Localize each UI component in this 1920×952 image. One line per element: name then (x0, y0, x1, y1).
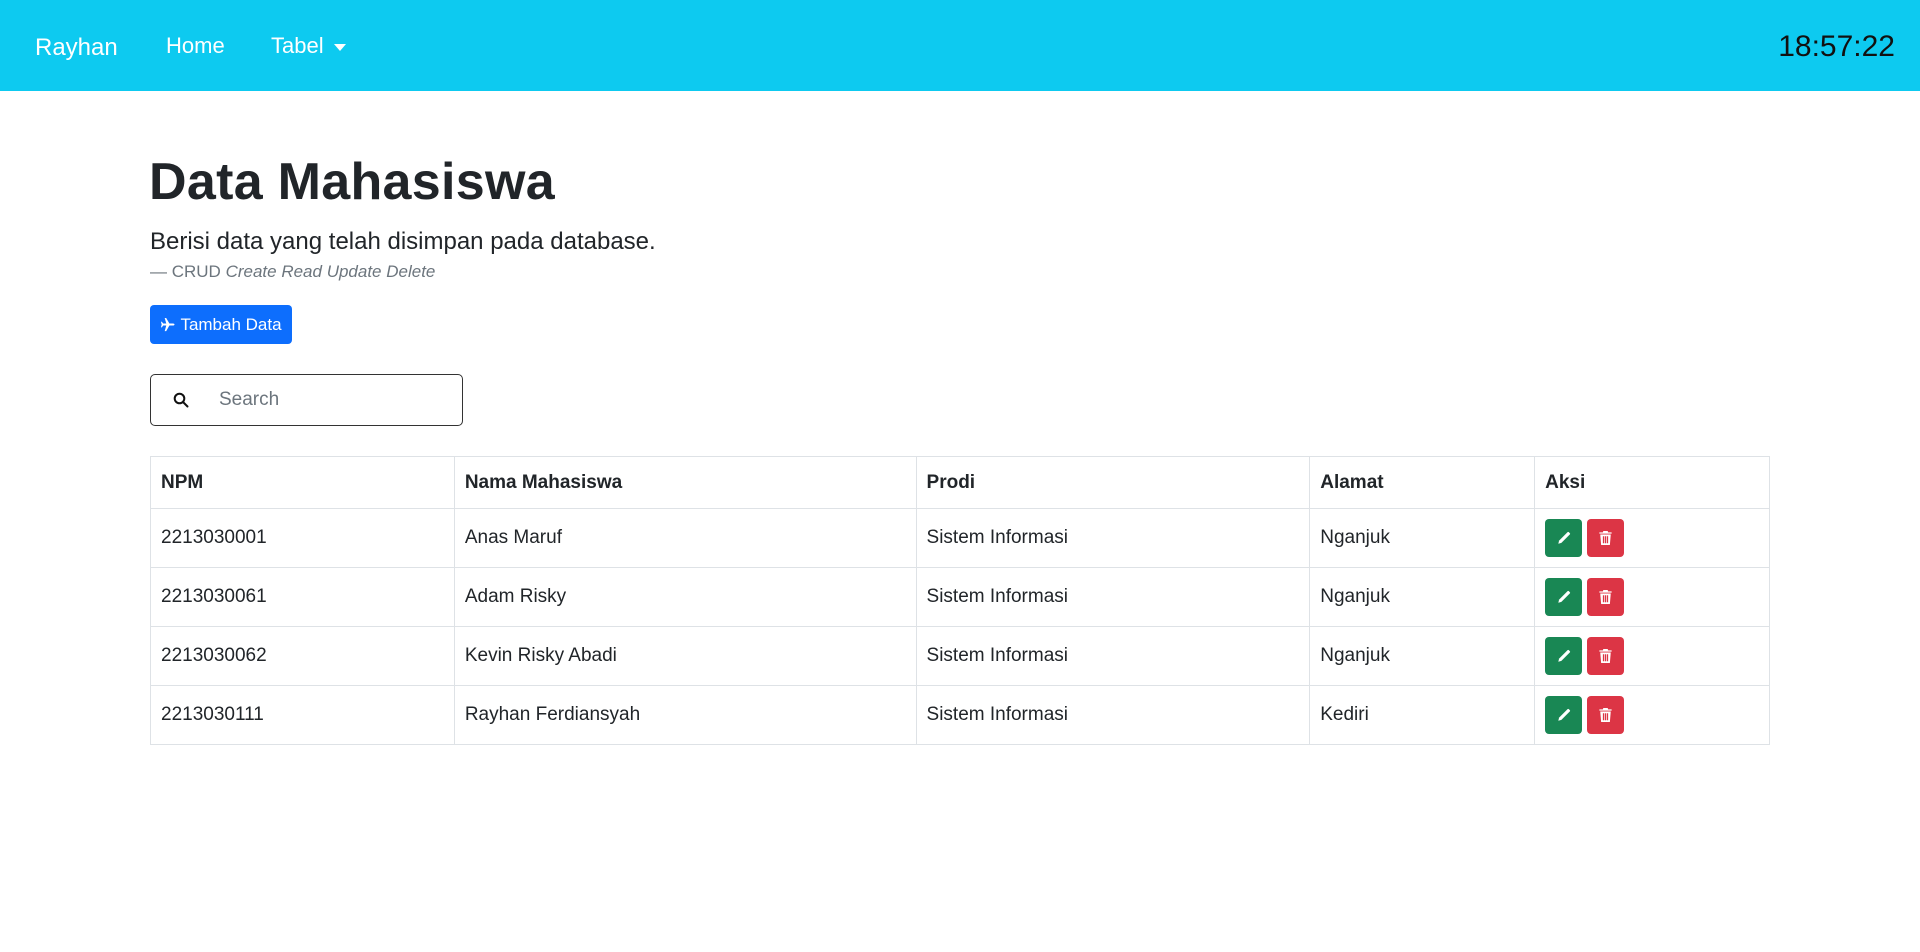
trash-icon (1599, 708, 1612, 722)
cell-aksi (1534, 626, 1770, 686)
search-icon (173, 392, 189, 413)
page-title: Data Mahasiswa (149, 153, 555, 211)
trash-icon (1599, 649, 1612, 663)
cell-aksi (1534, 508, 1770, 568)
cell-prodi: Sistem Informasi (915, 567, 1311, 627)
nav-dropdown-tabel-label: Tabel (271, 33, 324, 58)
delete-button[interactable] (1587, 637, 1625, 675)
column-header-nama: Nama Mahasiswa (453, 456, 917, 509)
navbar-brand[interactable]: Rayhan (35, 34, 118, 62)
cell-aksi (1534, 685, 1770, 745)
pencil-icon (1557, 708, 1570, 721)
footer-italic: Create Read Update Delete (225, 262, 436, 281)
data-table: NPM Nama Mahasiswa Prodi Alamat Aksi 221… (150, 456, 1770, 745)
edit-button[interactable] (1545, 519, 1583, 557)
column-header-npm: NPM (150, 456, 455, 509)
add-data-button[interactable]: Tambah Data (150, 305, 292, 344)
plane-icon (160, 317, 175, 332)
search-input[interactable] (219, 383, 449, 417)
edit-button[interactable] (1545, 637, 1583, 675)
delete-button[interactable] (1587, 578, 1625, 616)
trash-icon (1599, 590, 1612, 604)
add-data-label: Tambah Data (180, 314, 282, 334)
cell-npm: 2213030001 (150, 508, 455, 568)
cell-alamat: Nganjuk (1309, 567, 1536, 627)
column-header-prodi: Prodi (915, 456, 1311, 509)
table-row: 2213030111 Rayhan Ferdiansyah Sistem Inf… (150, 685, 1770, 745)
table-row: 2213030001 Anas Maruf Sistem Informasi N… (150, 508, 1770, 568)
pencil-icon (1557, 590, 1570, 603)
clock: 18:57:22 (1778, 30, 1895, 63)
cell-prodi: Sistem Informasi (915, 626, 1311, 686)
delete-button[interactable] (1587, 696, 1625, 734)
caret-down-icon (333, 43, 346, 51)
cell-nama: Adam Risky (453, 567, 917, 627)
cell-alamat: Nganjuk (1309, 626, 1536, 686)
cell-prodi: Sistem Informasi (915, 508, 1311, 568)
table-row: 2213030062 Kevin Risky Abadi Sistem Info… (150, 626, 1770, 686)
search-box (150, 374, 463, 426)
blockquote-footer: — CRUD Create Read Update Delete (150, 262, 435, 282)
pencil-icon (1557, 531, 1570, 544)
edit-button[interactable] (1545, 578, 1583, 616)
pencil-icon (1557, 649, 1570, 662)
cell-nama: Rayhan Ferdiansyah (453, 685, 917, 745)
cell-alamat: Kediri (1309, 685, 1536, 745)
nav-link-home[interactable]: Home (166, 33, 225, 59)
edit-button[interactable] (1545, 696, 1583, 734)
column-header-alamat: Alamat (1309, 456, 1536, 509)
cell-npm: 2213030111 (150, 685, 455, 745)
cell-nama: Kevin Risky Abadi (453, 626, 917, 686)
navbar: Rayhan Home Tabel 18:57:22 (0, 0, 1920, 91)
cell-npm: 2213030062 (150, 626, 455, 686)
nav-dropdown-tabel[interactable]: Tabel (271, 33, 346, 59)
table-header-row: NPM Nama Mahasiswa Prodi Alamat Aksi (150, 456, 1770, 509)
cell-alamat: Nganjuk (1309, 508, 1536, 568)
cell-nama: Anas Maruf (453, 508, 917, 568)
table-row: 2213030061 Adam Risky Sistem Informasi N… (150, 567, 1770, 627)
cell-prodi: Sistem Informasi (915, 685, 1311, 745)
delete-button[interactable] (1587, 519, 1625, 557)
trash-icon (1599, 531, 1612, 545)
footer-prefix: — CRUD (150, 262, 221, 281)
column-header-aksi: Aksi (1534, 456, 1770, 509)
cell-npm: 2213030061 (150, 567, 455, 627)
cell-aksi (1534, 567, 1770, 627)
page-lead: Berisi data yang telah disimpan pada dat… (150, 228, 656, 255)
